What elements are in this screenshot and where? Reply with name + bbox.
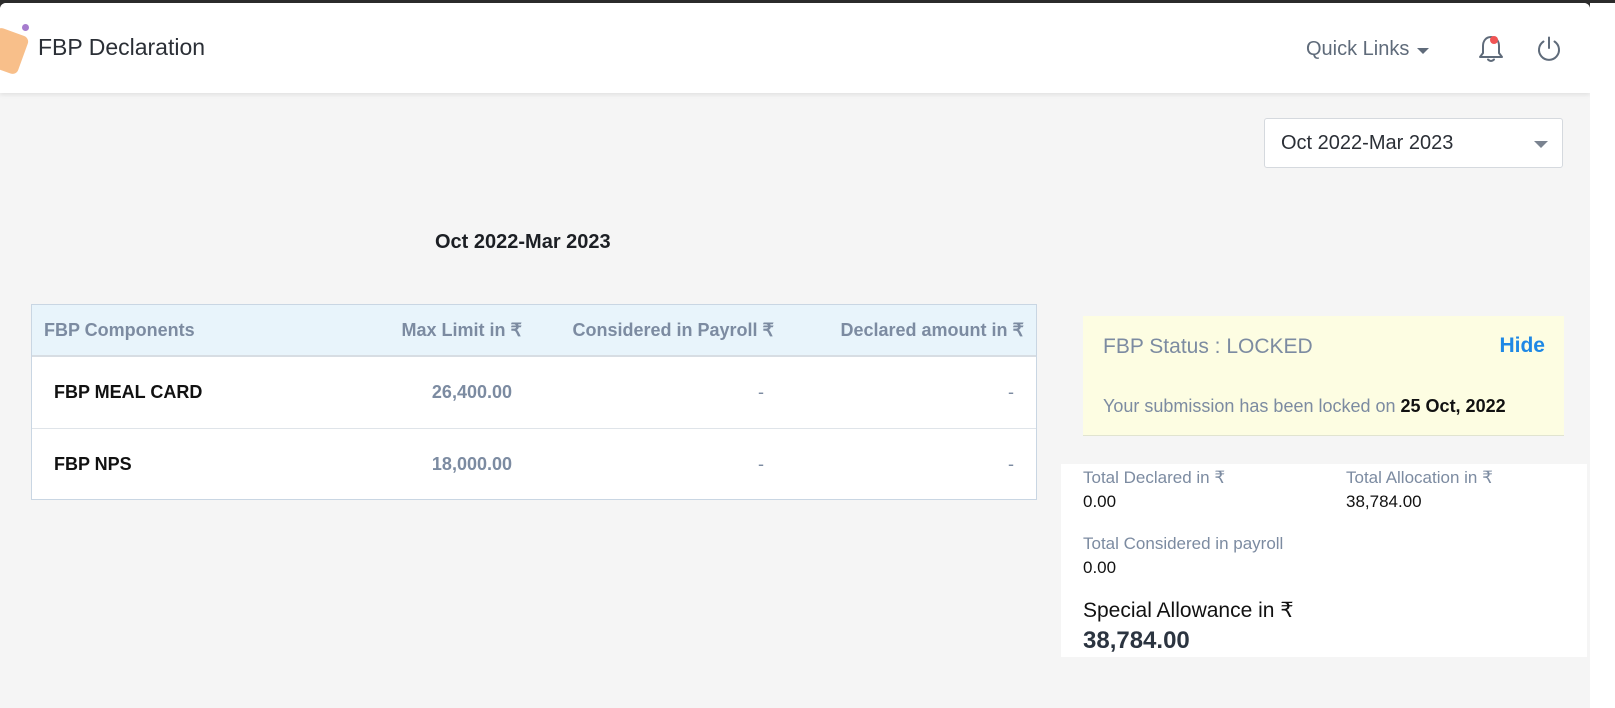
table-row: FBP NPS 18,000.00 - - bbox=[32, 429, 1036, 501]
row-max-limit: 26,400.00 bbox=[431, 382, 512, 402]
chevron-down-icon bbox=[1534, 141, 1548, 148]
total-considered-value: 0.00 bbox=[1083, 558, 1117, 577]
chevron-down-icon bbox=[1417, 48, 1430, 54]
total-allocation-value: 38,784.00 bbox=[1346, 492, 1422, 511]
header-max-limit: Max Limit in ₹ bbox=[401, 320, 522, 340]
header-considered: Considered in Payroll ₹ bbox=[572, 320, 775, 340]
row-max-limit: 18,000.00 bbox=[431, 454, 512, 474]
row-declared: - bbox=[1008, 382, 1014, 402]
header-component: FBP Components bbox=[44, 320, 195, 340]
quick-links-label: Quick Links bbox=[1306, 38, 1410, 60]
period-select-value: Oct 2022-Mar 2023 bbox=[1281, 131, 1454, 154]
locked-message-text: Your submission has been locked on bbox=[1103, 396, 1401, 416]
total-declared-label: Total Declared in ₹ bbox=[1083, 468, 1226, 487]
quick-links-dropdown[interactable]: Quick Links bbox=[1306, 38, 1430, 61]
special-allowance-label: Special Allowance in ₹ bbox=[1083, 599, 1294, 622]
status-label: FBP Status : LOCKED bbox=[1103, 335, 1313, 358]
row-component: FBP MEAL CARD bbox=[54, 382, 203, 402]
top-header: FBP Declaration Quick Links bbox=[0, 3, 1590, 93]
row-considered: - bbox=[758, 382, 764, 402]
table-row: FBP MEAL CARD 26,400.00 - - bbox=[32, 357, 1036, 429]
hide-link[interactable]: Hide bbox=[1499, 334, 1545, 358]
totals-panel: Total Declared in ₹ 0.00 Total Allocatio… bbox=[1061, 464, 1587, 657]
header-declared: Declared amount in ₹ bbox=[840, 320, 1025, 340]
section-title: Oct 2022-Mar 2023 bbox=[435, 231, 611, 253]
locked-message: Your submission has been locked on 25 Oc… bbox=[1103, 396, 1506, 417]
total-allocation-label: Total Allocation in ₹ bbox=[1346, 468, 1493, 487]
app-window: FBP Declaration Quick Links Oct 2022-Mar… bbox=[0, 3, 1590, 708]
total-considered-label: Total Considered in payroll bbox=[1083, 534, 1284, 553]
window-edge bbox=[1590, 3, 1615, 708]
table-header: FBP Components Max Limit in ₹ Considered… bbox=[32, 305, 1036, 357]
special-allowance-value: 38,784.00 bbox=[1083, 627, 1190, 654]
logo-dot bbox=[22, 24, 29, 31]
row-considered: - bbox=[758, 454, 764, 474]
fbp-components-table: FBP Components Max Limit in ₹ Considered… bbox=[31, 304, 1037, 500]
row-component: FBP NPS bbox=[54, 454, 132, 474]
total-declared-value: 0.00 bbox=[1083, 492, 1117, 511]
period-select[interactable]: Oct 2022-Mar 2023 bbox=[1264, 118, 1563, 168]
notification-badge bbox=[1490, 36, 1498, 44]
app-logo bbox=[0, 26, 30, 76]
locked-date: 25 Oct, 2022 bbox=[1400, 396, 1506, 416]
fbp-status-panel: FBP Status : LOCKED Hide Your submission… bbox=[1083, 316, 1564, 436]
power-icon[interactable] bbox=[1535, 35, 1563, 63]
row-declared: - bbox=[1008, 454, 1014, 474]
page-title: FBP Declaration bbox=[38, 34, 206, 60]
